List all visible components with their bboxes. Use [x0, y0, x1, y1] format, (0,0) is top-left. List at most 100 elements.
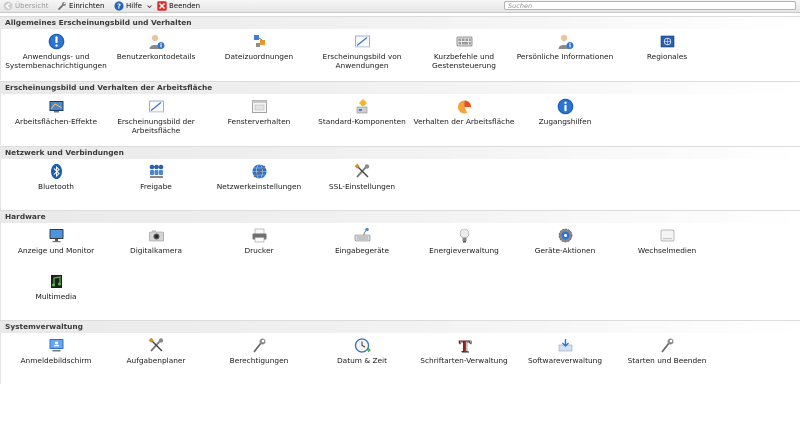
item-label: Benutzerkontodetails — [116, 52, 196, 61]
lightbulb-icon — [459, 228, 470, 243]
appearance-icon — [355, 35, 370, 48]
item-app-appearance[interactable]: Erscheinungsbild von Anwendungen — [310, 32, 414, 78]
item-desktop-effects[interactable]: Arbeitsflächen-Effekte — [4, 97, 108, 143]
section-title: Hardware — [5, 212, 46, 221]
section-title: Systemverwaltung — [5, 322, 83, 331]
search-input[interactable] — [504, 1, 796, 10]
section-title: Netzwerk und Verbindungen — [5, 148, 124, 157]
item-notifications[interactable]: Anwendungs- und Systembenachrichtigungen — [4, 32, 108, 78]
configure-button[interactable]: Einrichten — [57, 0, 104, 12]
user-info-icon — [149, 34, 165, 49]
item-bluetooth[interactable]: Bluetooth — [4, 162, 108, 208]
accessibility-icon — [557, 98, 574, 115]
section-hardware: Hardware Anzeige und Monitor Digitalkame… — [0, 210, 800, 320]
overview-button[interactable]: Übersicht — [3, 0, 48, 12]
item-file-associations[interactable]: Dateizuordnungen — [207, 32, 311, 78]
help-button[interactable]: ? Hilfe — [114, 0, 152, 12]
item-workspace-behavior[interactable]: Verhalten der Arbeitsfläche — [412, 97, 516, 143]
keyboard-icon — [456, 36, 473, 47]
item-font-management[interactable]: T T Schriftarten-Verwaltung — [412, 336, 516, 382]
item-display[interactable]: Anzeige und Monitor — [4, 226, 108, 272]
item-removable-media[interactable]: Wechselmedien — [615, 226, 719, 272]
divider — [0, 158, 1, 210]
monitor-icon — [49, 229, 64, 243]
pie-chart-icon — [458, 100, 471, 114]
flag-icon — [660, 35, 675, 48]
section-header: Erscheinungsbild und Verhalten der Arbei… — [0, 81, 800, 94]
clock-icon — [354, 338, 371, 353]
item-startup-shutdown[interactable]: Starten und Beenden — [615, 336, 719, 382]
item-label: Zugangshilfen — [538, 117, 592, 126]
item-window-behavior[interactable]: Fensterverhalten — [207, 97, 311, 143]
item-multimedia[interactable]: Multimedia — [4, 272, 108, 318]
window-icon — [252, 100, 267, 113]
device-actions-icon — [558, 228, 573, 243]
font-icon: T T — [459, 337, 472, 357]
item-sharing[interactable]: Freigabe — [104, 162, 208, 208]
login-screen-icon — [49, 339, 64, 352]
chevron-down-icon[interactable] — [147, 4, 152, 9]
section-workspace: Erscheinungsbild und Verhalten der Arbei… — [0, 81, 800, 145]
toolbar: Übersicht Einrichten ? Hilfe Beenden — [0, 0, 800, 13]
section-general: Allgemeines Erscheinungsbild und Verhalt… — [0, 16, 800, 80]
section-header: Systemverwaltung — [0, 320, 800, 333]
printer-icon — [252, 228, 267, 243]
item-permissions[interactable]: Berechtigungen — [207, 336, 311, 382]
item-network-settings[interactable]: Netzwerkeinstellungen — [207, 162, 311, 208]
item-ssl-settings[interactable]: SSL-Einstellungen — [310, 162, 414, 208]
item-label: Erscheinungsbild der Arbeitsfläche — [117, 117, 195, 135]
startup-icon — [661, 338, 674, 353]
item-label: Arbeitsflächen-Effekte — [15, 117, 97, 126]
item-software-management[interactable]: Softwareverwaltung — [513, 336, 617, 382]
item-input-devices[interactable]: Eingabegeräte — [310, 226, 414, 272]
item-date-time[interactable]: Datum & Zeit — [310, 336, 414, 382]
item-label: Persönliche Informationen — [516, 52, 614, 61]
item-label: Netzwerkeinstellungen — [216, 182, 302, 191]
section-header: Hardware — [0, 210, 800, 223]
software-icon — [558, 339, 573, 352]
item-regional[interactable]: Regionales — [615, 32, 719, 78]
svg-text:?: ? — [117, 3, 121, 11]
item-label: Anzeige und Monitor — [17, 246, 95, 255]
item-workspace-appearance[interactable]: Erscheinungsbild der Arbeitsfläche — [104, 97, 208, 143]
item-label: Kurzbefehle und Gestensteuerung — [432, 52, 496, 70]
divider — [0, 332, 1, 384]
workspace-appearance-icon — [149, 100, 164, 113]
item-label: Datum & Zeit — [336, 356, 388, 365]
item-personal-info[interactable]: Persönliche Informationen — [513, 32, 617, 78]
help-icon: ? — [114, 1, 124, 11]
item-label: SSL-Einstellungen — [328, 182, 396, 191]
item-accessibility[interactable]: Zugangshilfen — [513, 97, 617, 143]
configure-label: Einrichten — [69, 2, 105, 10]
item-user-account[interactable]: Benutzerkontodetails — [104, 32, 208, 78]
item-label: Eingabegeräte — [334, 246, 390, 255]
tools-icon — [354, 163, 370, 178]
item-default-components[interactable]: Standard-Komponenten — [310, 97, 414, 143]
quit-label: Beenden — [169, 2, 201, 10]
section-title: Allgemeines Erscheinungsbild und Verhalt… — [5, 18, 192, 27]
bluetooth-icon — [51, 163, 62, 180]
notification-icon — [48, 33, 65, 50]
item-power-management[interactable]: Energieverwaltung — [412, 226, 516, 272]
item-digital-camera[interactable]: Digitalkamera — [104, 226, 208, 272]
item-label: Fensterverhalten — [227, 117, 291, 126]
section-title: Erscheinungsbild und Verhalten der Arbei… — [5, 83, 213, 92]
overview-label: Übersicht — [15, 2, 49, 10]
section-network: Netzwerk und Verbindungen Bluetooth Frei… — [0, 146, 800, 210]
item-label: Dateizuordnungen — [224, 52, 294, 61]
item-label: Wechselmedien — [637, 246, 697, 255]
item-label: Verhalten der Arbeitsfläche — [413, 117, 515, 126]
item-label: Schriftarten-Verwaltung — [420, 356, 508, 365]
permissions-icon — [253, 338, 266, 353]
item-printer[interactable]: Drucker — [207, 226, 311, 272]
item-label: Digitalkamera — [130, 246, 182, 255]
item-login-screen[interactable]: Anmeldebildschirm — [4, 336, 108, 382]
item-task-scheduler[interactable]: Aufgabenplaner — [104, 336, 208, 382]
removable-media-icon — [660, 229, 675, 242]
item-shortcuts[interactable]: Kurzbefehle und Gestensteuerung — [412, 32, 516, 78]
section-header: Allgemeines Erscheinungsbild und Verhalt… — [0, 16, 800, 29]
item-label: Regionales — [646, 52, 688, 61]
quit-button[interactable]: Beenden — [157, 0, 200, 12]
item-device-actions[interactable]: Geräte-Aktionen — [513, 226, 617, 272]
section-system: Systemverwaltung Anmeldebildschirm Aufga… — [0, 320, 800, 384]
